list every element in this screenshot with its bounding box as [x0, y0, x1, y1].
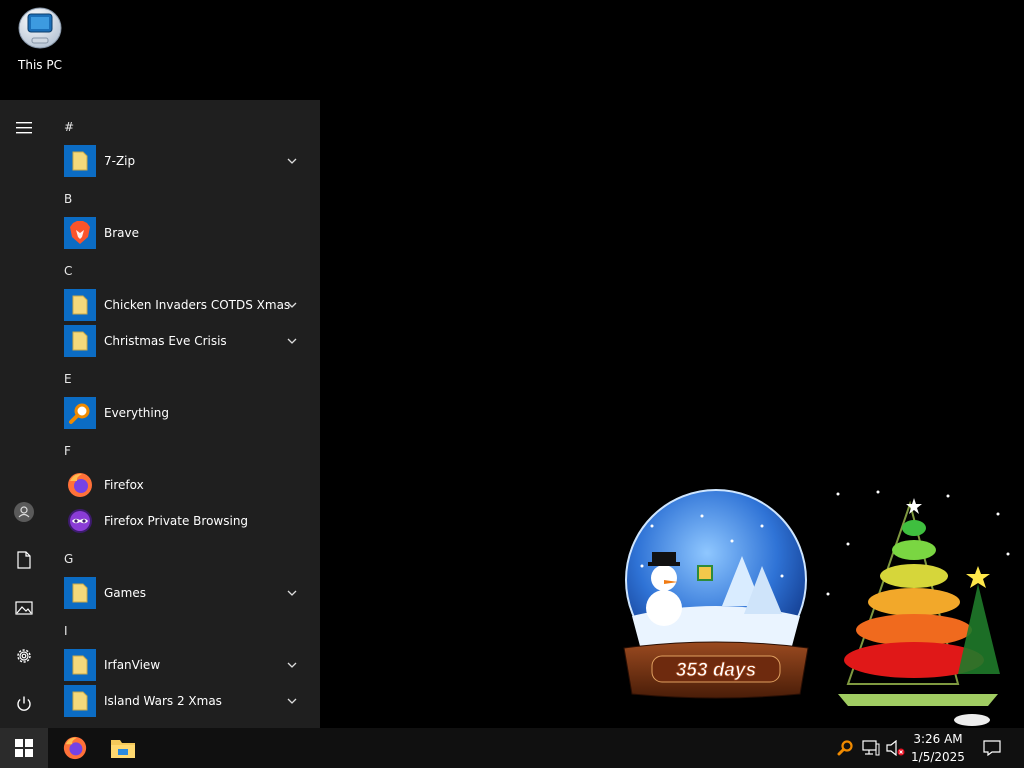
app-name: 7-Zip	[104, 154, 136, 168]
app-name: IrfanView	[104, 658, 161, 672]
app-everything[interactable]: Everything	[64, 396, 314, 430]
network-icon[interactable]	[860, 728, 882, 768]
clock-date: 1/5/2025	[911, 750, 965, 764]
chevron-down-icon[interactable]	[286, 695, 298, 707]
chevron-down-icon[interactable]	[286, 299, 298, 311]
start-app-list: # 7-Zip B Brave C Chicken Invaders COTDS…	[48, 100, 320, 728]
chevron-down-icon[interactable]	[286, 587, 298, 599]
everything-search-icon[interactable]	[836, 728, 856, 768]
app-name: Everything	[104, 406, 169, 420]
desktop-icon-label: This PC	[18, 58, 62, 72]
taskbar-firefox[interactable]	[51, 728, 99, 768]
chevron-down-icon[interactable]	[286, 659, 298, 671]
folder-icon	[64, 325, 96, 357]
computer-icon	[16, 4, 64, 52]
notifications-icon[interactable]	[980, 728, 1004, 768]
app-island-wars[interactable]: Island Wars 2 Xmas	[64, 684, 314, 718]
app-name: Brave	[104, 226, 140, 240]
start-menu-rail	[0, 100, 48, 728]
group-header-g[interactable]: G	[64, 552, 73, 566]
app-firefox-private[interactable]: Firefox Private Browsing	[64, 504, 314, 538]
group-header-e[interactable]: E	[64, 372, 72, 386]
magnifier-icon	[64, 397, 96, 429]
folder-icon	[64, 685, 96, 717]
app-7zip[interactable]: 7-Zip	[64, 144, 314, 178]
hamburger-menu-icon[interactable]	[12, 116, 36, 140]
clock-time: 3:26 AM	[913, 732, 963, 746]
taskbar-clock[interactable]: 3:26 AM 1/5/2025	[906, 730, 970, 766]
christmas-tree-icon[interactable]	[818, 484, 1024, 728]
taskbar: 3:26 AM 1/5/2025	[0, 728, 1024, 768]
user-account-icon[interactable]	[12, 500, 36, 524]
app-christmas-eve-crisis[interactable]: Christmas Eve Crisis	[64, 324, 314, 358]
folder-icon	[64, 289, 96, 321]
desktop-icon-this-pc[interactable]: This PC	[8, 4, 72, 76]
group-header-c[interactable]: C	[64, 264, 72, 278]
file-explorer-icon	[111, 740, 135, 758]
app-name: Games	[104, 586, 146, 600]
power-icon[interactable]	[12, 692, 36, 716]
chevron-down-icon[interactable]	[286, 335, 298, 347]
group-header-i[interactable]: I	[64, 624, 68, 638]
folder-icon	[64, 649, 96, 681]
firefox-icon	[63, 736, 87, 760]
windows-logo-icon	[15, 739, 33, 757]
group-header-hash[interactable]: #	[64, 120, 74, 134]
app-irfanview[interactable]: IrfanView	[64, 648, 314, 682]
volume-muted-icon[interactable]	[884, 728, 906, 768]
group-header-f[interactable]: F	[64, 444, 71, 458]
firefox-icon	[64, 469, 96, 501]
folder-icon	[64, 145, 96, 177]
days-counter: 353 days	[676, 660, 756, 681]
documents-icon[interactable]	[12, 548, 36, 572]
snow-globe-gadget[interactable]: 353 days	[612, 486, 818, 702]
taskbar-file-explorer[interactable]	[99, 728, 147, 768]
app-name: Chicken Invaders COTDS Xmas	[104, 298, 291, 312]
start-button[interactable]	[0, 728, 48, 768]
folder-icon	[64, 577, 96, 609]
chevron-down-icon[interactable]	[286, 155, 298, 167]
brave-lion-icon	[64, 217, 96, 249]
app-brave[interactable]: Brave	[64, 216, 314, 250]
app-name: Firefox Private Browsing	[104, 514, 249, 528]
app-games[interactable]: Games	[64, 576, 314, 610]
app-name: Firefox	[104, 478, 144, 492]
start-menu: # 7-Zip B Brave C Chicken Invaders COTDS…	[0, 100, 320, 728]
app-firefox[interactable]: Firefox	[64, 468, 314, 502]
settings-gear-icon[interactable]	[12, 644, 36, 668]
app-chicken-invaders[interactable]: Chicken Invaders COTDS Xmas	[64, 288, 314, 322]
app-name: Island Wars 2 Xmas	[104, 694, 222, 708]
pictures-icon[interactable]	[12, 596, 36, 620]
group-header-b[interactable]: B	[64, 192, 72, 206]
firefox-private-icon	[64, 505, 96, 537]
app-name: Christmas Eve Crisis	[104, 334, 227, 348]
